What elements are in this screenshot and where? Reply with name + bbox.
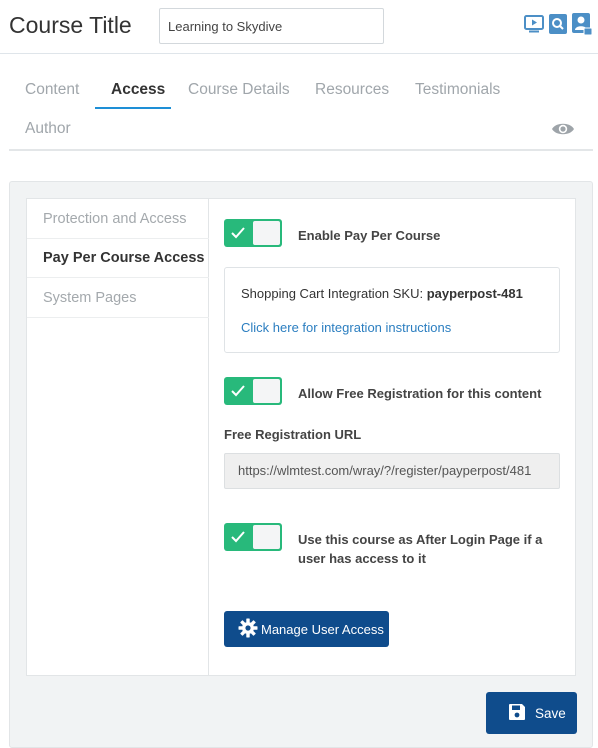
settings-panel: Protection and Access Pay Per Course Acc… [26,198,576,676]
toggle-knob [253,525,280,549]
save-button-label: Save [535,705,566,721]
floppy-disk-icon [508,703,526,724]
manage-user-access-label: Manage User Access [261,621,384,637]
toggle-knob [253,379,280,403]
side-nav-pay-per-course-access[interactable]: Pay Per Course Access [27,238,209,278]
integration-instructions-link[interactable]: Click here for integration instructions [241,320,451,335]
check-icon [231,530,245,548]
user-icon[interactable] [572,13,592,35]
enable-pay-per-course-toggle[interactable] [224,219,282,247]
gear-icon [238,618,258,641]
tab-author[interactable]: Author [25,120,71,138]
free-registration-url-field[interactable]: https://wlmtest.com/wray/?/register/payp… [224,453,560,489]
side-nav-system-pages[interactable]: System Pages [27,278,209,318]
sku-label: Shopping Cart Integration SKU: [241,286,424,301]
enable-pay-per-course-label: Enable Pay Per Course [298,228,441,243]
free-registration-label: Allow Free Registration for this content [298,386,542,401]
header-bar: Course Title [0,0,598,54]
sku-info-box: Shopping Cart Integration SKU: payperpos… [224,267,560,353]
toggle-knob [253,221,280,245]
search-icon[interactable] [548,13,568,35]
after-login-page-label-line2: user has access to it [298,551,426,566]
tab-course-details[interactable]: Course Details [188,81,290,99]
side-nav-protection-and-access[interactable]: Protection and Access [27,199,209,239]
sku-value: payperpost-481 [426,286,523,301]
access-side-nav: Protection and Access Pay Per Course Acc… [27,199,209,675]
eye-icon[interactable] [551,121,575,142]
tab-resources[interactable]: Resources [315,81,389,99]
free-registration-url-label: Free Registration URL [224,427,362,442]
sku-line: Shopping Cart Integration SKU: payperpos… [241,286,523,301]
tab-access[interactable]: Access [111,81,165,99]
free-registration-toggle[interactable] [224,377,282,405]
save-button[interactable]: Save [486,692,577,734]
header-icons [524,13,592,35]
manage-user-access-button[interactable]: Manage User Access [224,611,389,647]
tab-content[interactable]: Content [25,81,79,99]
after-login-page-label-line1: Use this course as After Login Page if a [298,532,543,547]
tab-bar: Content Access Course Details Resources … [9,55,593,151]
video-icon[interactable] [524,13,544,35]
course-title-input[interactable] [159,8,384,44]
page-title: Course Title [9,12,132,38]
after-login-page-toggle[interactable] [224,523,282,551]
check-icon [231,384,245,402]
check-icon [231,226,245,244]
tab-testimonials[interactable]: Testimonials [415,81,500,99]
active-tab-indicator [95,107,171,109]
